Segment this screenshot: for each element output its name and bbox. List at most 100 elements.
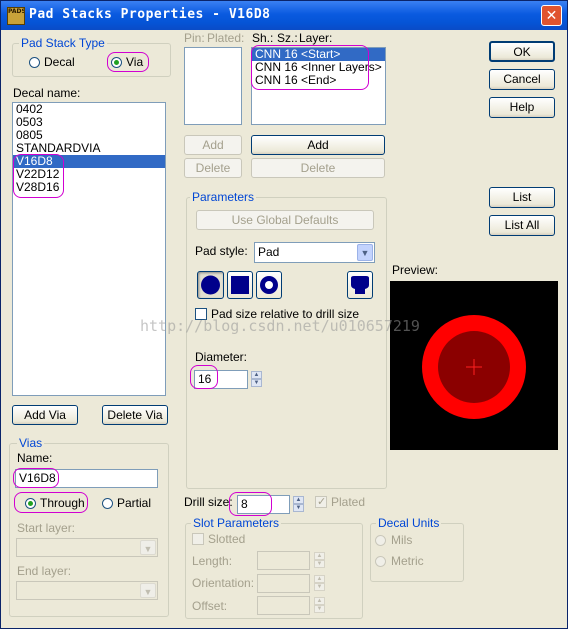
pad-stack-type-label: Pad Stack Type [19,36,107,50]
plated-label[interactable]: Plated [331,495,365,509]
close-button[interactable]: ✕ [541,5,562,26]
drill-size-label: Drill size: [184,495,233,509]
decal-name-list[interactable]: 0402 0503 0805 STANDARDVIA V16D8 V22D12 … [12,102,166,396]
diameter-field[interactable]: 16 [194,370,248,389]
offset-spinner[interactable]: ▲ ▼ [314,597,325,613]
spin-down-icon[interactable]: ▼ [293,504,304,512]
diameter-label: Diameter: [195,350,248,364]
custom-pad-button[interactable] [347,271,373,299]
square-pad-icon [231,276,249,294]
delete-via-button[interactable]: Delete Via [102,405,168,425]
sz-header: Sz.: [277,31,298,45]
list-all-button[interactable]: List All [489,215,555,236]
pin-list[interactable] [184,47,242,125]
spin-down-icon[interactable]: ▼ [251,379,262,387]
diameter-spinner[interactable]: ▲ ▼ [251,371,262,387]
pad-style-value: Pad [258,245,280,259]
help-button[interactable]: Help [489,97,555,118]
chevron-down-icon: ▼ [140,583,156,598]
decal-radio-label[interactable]: Decal [44,55,75,69]
orientation-spinner[interactable]: ▲ ▼ [314,575,325,591]
drill-size-spinner[interactable]: ▲ ▼ [293,496,304,512]
cancel-button[interactable]: Cancel [489,69,555,90]
add-via-button[interactable]: Add Via [12,405,78,425]
list-item[interactable]: V28D16 [13,181,165,194]
ok-button[interactable]: OK [489,41,555,62]
preview-canvas [390,281,558,450]
vias-label: Vias [17,436,45,450]
pin-header: Pin: [184,31,205,45]
end-layer-select[interactable]: ▼ [16,581,158,600]
plated-header: Plated: [207,31,245,45]
parameters-label: Parameters [190,190,257,204]
spin-up-icon[interactable]: ▲ [314,552,325,560]
decal-units-group [370,523,464,582]
spin-up-icon[interactable]: ▲ [293,496,304,504]
add-layer-button[interactable]: Add [251,135,385,155]
layer-item[interactable]: CNN 16 <End> [252,74,385,87]
spin-down-icon[interactable]: ▼ [314,583,325,591]
decal-radio[interactable] [29,57,40,68]
app-icon: PADS [7,7,25,25]
end-layer-label: End layer: [17,564,72,578]
pad-style-select[interactable]: Pad ▼ [254,242,375,263]
partial-radio[interactable] [102,498,113,509]
pad-stacks-dialog: PADS Pad Stacks Properties - V16D8 ✕ Pad… [0,0,568,629]
via-radio[interactable] [111,57,122,68]
square-pad-button[interactable] [227,271,253,299]
add-pin-button[interactable]: Add [184,135,242,155]
annular-pad-button[interactable] [256,271,282,299]
decal-units-label: Decal Units [376,516,442,530]
through-radio[interactable] [25,498,36,509]
spin-down-icon[interactable]: ▼ [314,605,325,613]
metric-label[interactable]: Metric [391,554,424,568]
start-layer-select[interactable]: ▼ [16,538,158,557]
mils-label[interactable]: Mils [391,533,412,547]
spin-up-icon[interactable]: ▲ [314,575,325,583]
delete-pin-button[interactable]: Delete [184,158,242,178]
window-title: Pad Stacks Properties - V16D8 [29,7,271,22]
decal-name-label: Decal name: [13,86,81,100]
offset-label: Offset: [192,599,228,613]
via-name-label: Name: [17,451,53,465]
pad-preview-graphic [422,315,526,419]
chevron-down-icon: ▼ [140,540,156,555]
layer-list[interactable]: CNN 16 <Start> CNN 16 <Inner Layers> CNN… [251,47,386,125]
length-field[interactable] [257,551,310,570]
length-spinner[interactable]: ▲ ▼ [314,552,325,568]
spin-up-icon[interactable]: ▲ [314,597,325,605]
spin-down-icon[interactable]: ▼ [314,560,325,568]
slot-parameters-label: Slot Parameters [191,516,282,530]
round-pad-button[interactable] [197,271,224,299]
round-pad-icon [201,275,220,295]
slotted-checkbox[interactable] [192,533,204,545]
oval-pad-icon [351,276,369,294]
plated-checkbox[interactable] [315,495,327,508]
sh-header: Sh.: [252,31,274,45]
through-label[interactable]: Through [40,496,85,510]
chevron-down-icon: ▼ [357,244,373,261]
offset-field[interactable] [257,596,310,615]
layer-header: Layer: [299,31,333,45]
watermark: http://blog.csdn.net/u010657219 [140,317,420,335]
preview-label: Preview: [392,263,439,277]
spin-up-icon[interactable]: ▲ [251,371,262,379]
via-radio-label[interactable]: Via [126,55,143,69]
list-button[interactable]: List [489,187,555,208]
metric-radio[interactable] [375,556,386,567]
orientation-label: Orientation: [192,576,255,590]
title-bar[interactable]: PADS Pad Stacks Properties - V16D8 ✕ [1,1,567,30]
length-label: Length: [192,554,233,568]
delete-layer-button[interactable]: Delete [251,158,385,178]
mils-radio[interactable] [375,535,386,546]
pad-style-label: Pad style: [195,244,248,258]
via-name-field[interactable]: V16D8 [15,469,158,488]
slotted-label[interactable]: Slotted [208,532,245,546]
use-global-defaults-button[interactable]: Use Global Defaults [196,210,374,230]
partial-label[interactable]: Partial [117,496,151,510]
parameters-group [186,197,387,489]
drill-size-field[interactable]: 8 [237,495,290,514]
annular-pad-icon [260,276,278,294]
start-layer-label: Start layer: [17,521,76,535]
orientation-field[interactable] [257,574,310,593]
